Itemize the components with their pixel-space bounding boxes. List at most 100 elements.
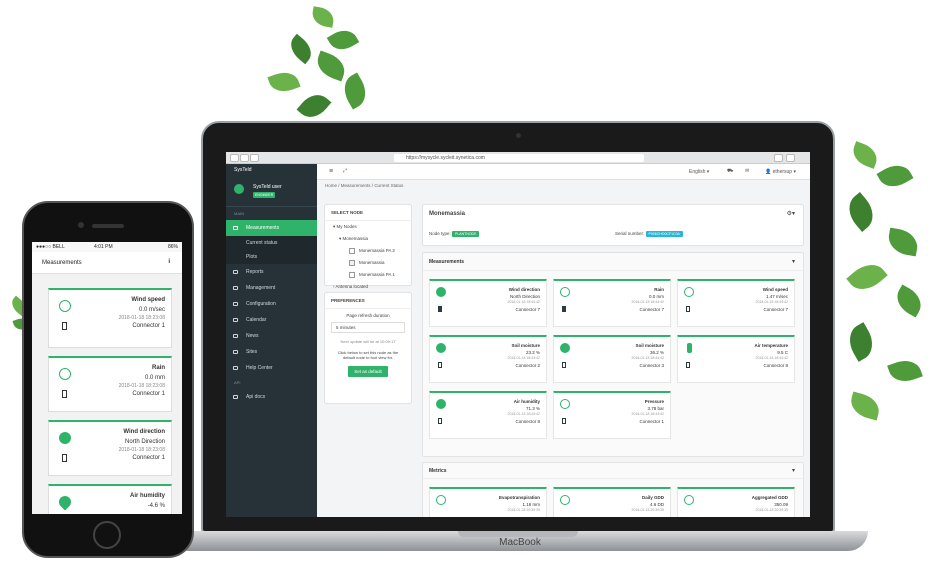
language-select[interactable]: English ▾ bbox=[689, 169, 709, 175]
measurements-heading: Measurements bbox=[429, 259, 465, 265]
forward-button[interactable] bbox=[240, 154, 249, 162]
tree-antenna[interactable]: › Antenna located bbox=[325, 281, 411, 292]
bookmark-icon[interactable] bbox=[438, 362, 442, 368]
metric-card[interactable]: Daily GDD 4.6 DD 2018-01-18 20:39:39 bbox=[553, 487, 671, 517]
sidebar-item-api-docs[interactable]: Api docs bbox=[226, 389, 317, 405]
bookmark-icon[interactable] bbox=[686, 306, 690, 312]
droplet-icon bbox=[56, 493, 74, 511]
card-title: Wind direction bbox=[123, 429, 165, 435]
card-value: North Direction bbox=[509, 294, 540, 299]
sidebar-item-measurements[interactable]: Measurements bbox=[226, 220, 317, 236]
breadcrumb-home[interactable]: Home bbox=[325, 183, 337, 188]
sidebar-sub-plots[interactable]: Plots bbox=[226, 250, 317, 264]
sidebar-item-sites[interactable]: Sites bbox=[226, 344, 317, 360]
phone-header: Measurements i bbox=[32, 252, 182, 274]
measurement-card[interactable]: Soil moisture 23.2 % 2018-01-18 18:44:42 Co… bbox=[429, 335, 547, 383]
measurement-card[interactable]: Soil moisture 36.2 % 2018-01-18 18:44:42 Co… bbox=[553, 335, 671, 383]
phone-card[interactable]: Rain 0.0 mm 2018-01-18 18:23:08 Connecto… bbox=[48, 356, 172, 412]
card-title: Soil moisture bbox=[635, 343, 664, 348]
tabs-button[interactable] bbox=[786, 154, 795, 162]
card-title: Daily GDD bbox=[641, 495, 664, 500]
card-timestamp: 2018-01-18 18:23:08 bbox=[118, 383, 165, 389]
news-icon bbox=[233, 334, 238, 338]
settings-gear-icon[interactable]: ⚙▾ bbox=[787, 210, 795, 217]
bookmark-icon[interactable] bbox=[62, 454, 67, 462]
phone-home-button[interactable] bbox=[93, 521, 121, 549]
tree-node-3[interactable]: Monemassia PA 1 bbox=[325, 269, 411, 281]
tree-label: Monemassia bbox=[359, 260, 385, 266]
refresh-select[interactable]: 5 minutes bbox=[331, 322, 405, 333]
card-title: Air temperature bbox=[754, 343, 788, 348]
measurement-card[interactable]: Wind speed 1.47 m/sec 2018-01-18 18:44:42 C… bbox=[677, 279, 795, 327]
share-button[interactable] bbox=[774, 154, 783, 162]
collapse-icon[interactable]: ▾ bbox=[792, 467, 795, 474]
node-checkbox-checked[interactable] bbox=[349, 260, 355, 266]
measurement-card[interactable]: Wind direction North Direction 2018-01-18 … bbox=[429, 279, 547, 327]
card-title: Soil moisture bbox=[511, 343, 540, 348]
sidebar-item-label: Sites bbox=[246, 349, 258, 355]
sidebar-item-help-center[interactable]: Help Center bbox=[226, 360, 317, 376]
bookmark-icon[interactable] bbox=[686, 362, 690, 368]
card-connector: Connector 8 bbox=[515, 419, 540, 424]
breadcrumb-measurements[interactable]: Measurements bbox=[341, 183, 371, 188]
card-connector: Connector 7 bbox=[515, 307, 540, 312]
tree-label: Monemassia bbox=[342, 236, 369, 241]
bookmark-icon[interactable] bbox=[562, 362, 566, 368]
user-menu[interactable]: 👤 ethersup ▾ bbox=[765, 169, 796, 175]
card-timestamp: 2018-01-18 18:23:08 bbox=[118, 447, 165, 453]
tree-my-nodes[interactable]: ▾ My Nodes bbox=[325, 221, 411, 233]
sidebar-sub-current-status[interactable]: Current status bbox=[226, 236, 317, 250]
bookmark-icon[interactable] bbox=[438, 306, 442, 312]
preferences-panel: PREFERENCES Page refresh duration 5 minu… bbox=[324, 292, 412, 404]
node-checkbox[interactable] bbox=[349, 248, 355, 254]
bookmark-icon[interactable] bbox=[62, 322, 67, 330]
collapse-icon[interactable]: ▾ bbox=[792, 258, 795, 265]
measurement-card[interactable]: Air humidity 71.3 % 2018-01-18 18:44:42 Con… bbox=[429, 391, 547, 439]
droplet-icon bbox=[436, 399, 446, 409]
sidebar-item-reports[interactable]: Reports bbox=[226, 264, 317, 280]
chat-icon[interactable]: ✉ bbox=[745, 168, 749, 174]
measurement-card[interactable]: Pressure 3.78 bar 2018-01-18 18:44:42 Conne… bbox=[553, 391, 671, 439]
phone-card[interactable]: Wind speed 0.0 m/sec 2018-01-18 18:23:08… bbox=[48, 288, 172, 348]
info-icon[interactable]: i bbox=[168, 259, 170, 265]
sidebar-item-label: Calendar bbox=[246, 317, 267, 323]
node-checkbox[interactable] bbox=[349, 272, 355, 278]
sidebar-item-calendar[interactable]: Calendar bbox=[226, 312, 317, 328]
phone-speaker bbox=[92, 224, 124, 228]
metric-card[interactable]: Evapotranspiration 1.16 mm 2018-01-18 20:3… bbox=[429, 487, 547, 517]
card-title: Aggregated GDD bbox=[751, 495, 788, 500]
bookmark-icon[interactable] bbox=[562, 418, 566, 424]
bookmark-icon[interactable] bbox=[562, 306, 566, 312]
sidebar-toggle-button[interactable] bbox=[250, 154, 259, 162]
cart-icon[interactable]: ⛟ bbox=[727, 168, 733, 175]
card-connector: Connector 7 bbox=[763, 307, 788, 312]
bookmark-icon[interactable] bbox=[62, 390, 67, 398]
metric-card[interactable]: Aggregated GDD 350.09 2018-01-18 20:39:39 bbox=[677, 487, 795, 517]
node-type-badge: PLANTNODE bbox=[452, 231, 480, 237]
measurement-card[interactable]: Rain 0.0 mm 2018-01-18 18:44:42 Connector 7 bbox=[553, 279, 671, 327]
url-bar[interactable]: https://mysycle.sycleit.synetica.com bbox=[394, 154, 644, 162]
menu-icon[interactable]: ≡ bbox=[329, 168, 333, 175]
bookmark-icon[interactable] bbox=[438, 418, 442, 424]
serial-badge: P006CHO0CF1C0A bbox=[645, 231, 683, 237]
sidebar-item-news[interactable]: News bbox=[226, 328, 317, 344]
avatar[interactable] bbox=[234, 184, 244, 194]
card-timestamp: 2018-01-18 18:44:42 bbox=[755, 356, 789, 360]
measurement-card[interactable]: Air temperature 9.5 C 2018-01-18 18:44:42 C… bbox=[677, 335, 795, 383]
sidebar-item-management[interactable]: Management bbox=[226, 280, 317, 296]
back-button[interactable] bbox=[230, 154, 239, 162]
calendar-icon bbox=[233, 318, 238, 322]
card-value: 0.0 mm bbox=[144, 375, 165, 381]
expand-icon[interactable]: ⤢ bbox=[343, 168, 347, 174]
card-timestamp: 2018-01-18 18:44:42 bbox=[631, 356, 665, 360]
phone-card[interactable]: Wind direction North Direction 2018-01-1… bbox=[48, 420, 172, 476]
tree-node-1[interactable]: Monemassia PA 2 bbox=[325, 245, 411, 257]
laptop-brand: MacBook bbox=[499, 537, 541, 548]
metrics-section: Metrics ▾ Evapotranspiration 1.16 mm 2018-… bbox=[422, 462, 804, 517]
sidebar-item-configuration[interactable]: Configuration bbox=[226, 296, 317, 312]
card-timestamp: 2018-01-18 18:44:42 bbox=[631, 300, 665, 304]
set-default-button[interactable]: Set as default bbox=[348, 366, 388, 377]
tree-group[interactable]: ▾ Monemassia bbox=[325, 233, 411, 245]
phone-card[interactable]: Air humidity -4.6 % bbox=[48, 484, 172, 514]
tree-node-2[interactable]: Monemassia bbox=[325, 257, 411, 269]
